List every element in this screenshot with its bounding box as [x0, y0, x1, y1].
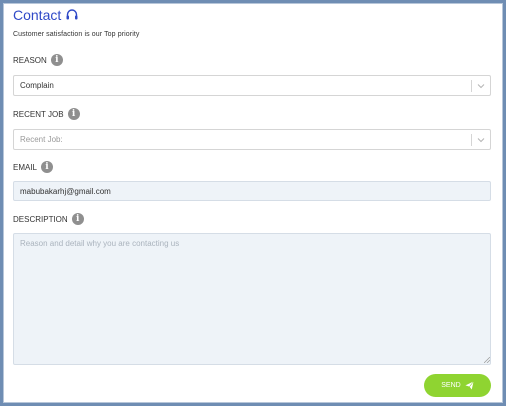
- chevron-down-icon[interactable]: [477, 82, 485, 90]
- recent-job-placeholder: Recent Job:: [20, 135, 63, 144]
- send-button[interactable]: SEND: [424, 374, 491, 397]
- page-header: Contact: [13, 7, 79, 23]
- headset-icon: [66, 9, 78, 20]
- reason-label: REASON: [13, 55, 47, 65]
- resize-handle-icon[interactable]: [484, 357, 490, 363]
- page-subtitle: Customer satisfaction is our Top priorit…: [13, 31, 140, 38]
- chevron-down-icon[interactable]: [477, 136, 485, 144]
- recent-job-label: RECENT JOB: [13, 109, 64, 119]
- paper-plane-icon: [465, 381, 474, 390]
- page-title: Contact: [13, 7, 62, 23]
- reason-select-value: Complain: [20, 81, 54, 90]
- email-label: EMAIL: [13, 162, 38, 172]
- info-icon[interactable]: i: [71, 213, 84, 225]
- send-button-label: SEND: [441, 382, 461, 389]
- recent-job-select[interactable]: Recent Job:: [13, 129, 491, 150]
- email-label-row: EMAIL i: [13, 161, 54, 173]
- info-icon[interactable]: i: [41, 161, 54, 173]
- recent-job-label-row: RECENT JOB i: [13, 108, 80, 120]
- description-label: DESCRIPTION: [13, 214, 68, 224]
- description-field[interactable]: [13, 233, 491, 365]
- reason-select[interactable]: Complain: [13, 75, 491, 96]
- select-divider: [471, 80, 472, 92]
- contact-panel: Contact Customer satisfaction is our Top…: [3, 3, 503, 403]
- description-label-row: DESCRIPTION i: [13, 213, 84, 225]
- select-divider: [471, 134, 472, 146]
- info-icon[interactable]: i: [50, 54, 63, 66]
- info-icon[interactable]: i: [67, 108, 80, 120]
- email-field[interactable]: [13, 181, 491, 201]
- reason-label-row: REASON i: [13, 54, 63, 66]
